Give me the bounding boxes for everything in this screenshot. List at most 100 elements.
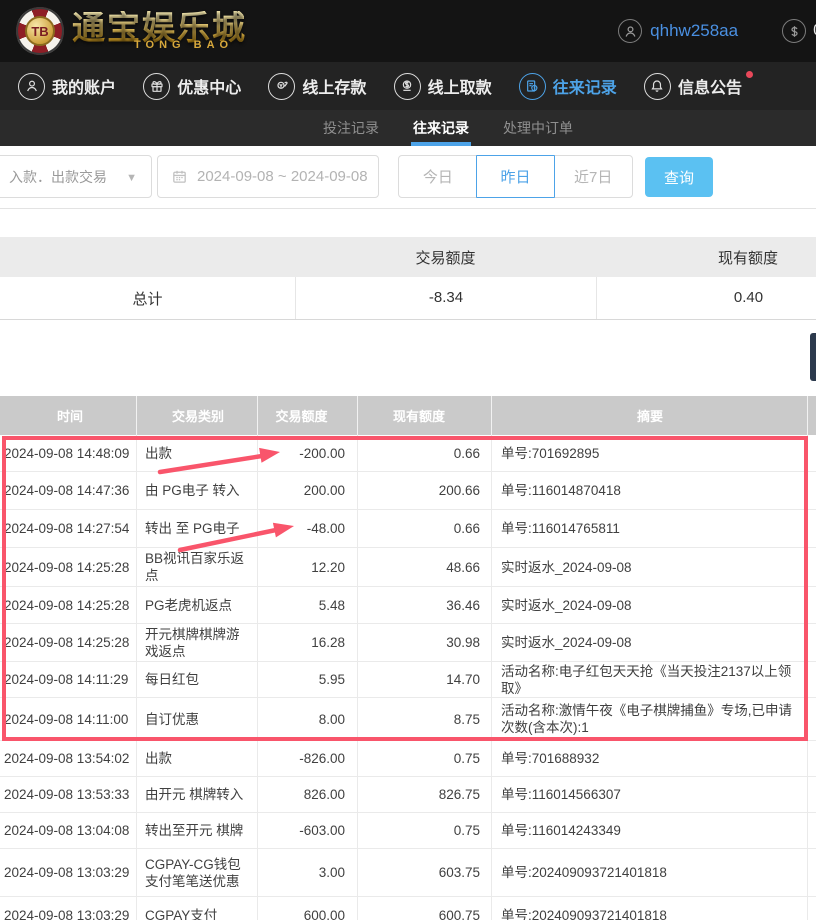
nav-item-promotions[interactable]: 优惠中心 [143, 73, 241, 100]
user-avatar-icon [618, 19, 642, 43]
withdraw-icon [394, 73, 421, 100]
user-icon [18, 73, 45, 100]
table-body: 2024-09-08 14:48:09 出款 -200.00 0.66 单号:7… [0, 435, 816, 920]
cell-amount: 5.95 [257, 662, 357, 697]
site-logo[interactable]: TB 通宝娱乐城 TONG BAO [16, 7, 247, 55]
quick-btn-last7days[interactable]: 近7日 [554, 156, 632, 197]
cell-amount: 3.00 [257, 849, 357, 896]
cell-balance: 8.75 [357, 698, 491, 740]
quick-btn-yesterday[interactable]: 昨日 [476, 155, 556, 198]
quick-btn-today[interactable]: 今日 [399, 156, 477, 197]
cell-summary: 实时返水_2024-09-08 [491, 548, 807, 586]
username: qhhw258aa [650, 21, 738, 41]
cell-type: BB视讯百家乐返点 [136, 548, 257, 586]
cell-type: 由 PG电子 转入 [136, 472, 257, 509]
user-area: qhhw258aa 0 [618, 0, 816, 62]
balance[interactable]: 0 [782, 19, 816, 43]
summary-table: 交易额度 现有额度 总计 -8.34 0.40 [0, 237, 816, 320]
nav-item-records[interactable]: 往来记录 [519, 73, 617, 100]
cell-extra [807, 624, 816, 661]
cell-extra [807, 510, 816, 547]
cell-summary: 单号:116014765811 [491, 510, 807, 547]
logo-subtitle: TONG BAO [134, 39, 247, 51]
cell-type: 出款 [136, 435, 257, 471]
summary-total-label: 总计 [0, 288, 295, 309]
nav-item-announcements[interactable]: 信息公告 [644, 73, 742, 100]
cell-type: 开元棋牌棋牌游戏返点 [136, 624, 257, 661]
nav-item-withdraw[interactable]: 线上取款 [394, 73, 492, 100]
user-account[interactable]: qhhw258aa [618, 19, 738, 43]
cell-summary: 单号:116014566307 [491, 777, 807, 812]
tab-betting-records[interactable]: 投注记录 [321, 110, 381, 146]
floating-widget[interactable] [810, 333, 816, 381]
main-nav: 我的账户 优惠中心 线上存款 线上取款 往来记录 信息公告 [0, 62, 816, 110]
nav-item-deposit[interactable]: 线上存款 [268, 73, 366, 100]
nav-label: 线上存款 [302, 74, 366, 98]
table-row: 2024-09-08 14:47:36 由 PG电子 转入 200.00 200… [0, 472, 816, 510]
cell-time: 2024-09-08 14:25:28 [0, 548, 136, 586]
logo-text: 通宝娱乐城 TONG BAO [72, 11, 247, 51]
cell-time: 2024-09-08 14:11:00 [0, 698, 136, 740]
table-row: 2024-09-08 14:27:54 转出 至 PG电子 -48.00 0.6… [0, 510, 816, 548]
nav-label: 我的账户 [52, 74, 116, 98]
cell-extra [807, 741, 816, 776]
cell-amount: 826.00 [257, 777, 357, 812]
chevron-down-icon: ▼ [126, 172, 137, 184]
nav-label: 线上取款 [428, 74, 492, 98]
cell-summary: 实时返水_2024-09-08 [491, 587, 807, 623]
chip-logo-badge: TB [25, 16, 55, 46]
cell-balance: 0.75 [357, 813, 491, 848]
nav-item-my-account[interactable]: 我的账户 [18, 73, 116, 100]
cell-summary: 单号:202409093721401818 [491, 897, 807, 920]
summary-total-row: 总计 -8.34 0.40 [0, 277, 816, 320]
table-row: 2024-09-08 13:53:33 由开元 棋牌转入 826.00 826.… [0, 777, 816, 813]
filter-bar: 入款．出款交易 ▼ 2024-09-08 ~ 2024-09-08 今日 昨日 … [0, 146, 816, 209]
cell-summary: 实时返水_2024-09-08 [491, 624, 807, 661]
cell-type: 由开元 棋牌转入 [136, 777, 257, 812]
cell-extra [807, 813, 816, 848]
cell-extra [807, 587, 816, 623]
summary-header-amount: 交易额度 [295, 247, 596, 268]
dollar-icon [782, 19, 806, 43]
date-range-input[interactable]: 2024-09-08 ~ 2024-09-08 [157, 155, 379, 198]
summary-total-balance: 0.40 [596, 277, 816, 319]
cell-time: 2024-09-08 14:27:54 [0, 510, 136, 547]
summary-header-balance: 现有额度 [596, 247, 816, 268]
summary-header: 交易额度 现有额度 [0, 237, 816, 277]
header-balance: 现有额度 [357, 396, 491, 435]
top-header: TB 通宝娱乐城 TONG BAO qhhw258aa 0 [0, 0, 816, 62]
nav-label: 信息公告 [678, 74, 742, 98]
cell-extra [807, 548, 816, 586]
cell-extra [807, 662, 816, 697]
table-header: 时间 交易类别 交易额度 现有额度 摘要 [0, 396, 816, 435]
cell-balance: 0.66 [357, 435, 491, 471]
transactions-table: 时间 交易类别 交易额度 现有额度 摘要 2024-09-08 14:48:09… [0, 396, 816, 920]
cell-summary: 单号:116014243349 [491, 813, 807, 848]
records-icon [519, 73, 546, 100]
cell-time: 2024-09-08 14:11:29 [0, 662, 136, 697]
table-row: 2024-09-08 14:25:28 开元棋牌棋牌游戏返点 16.28 30.… [0, 624, 816, 662]
cell-balance: 200.66 [357, 472, 491, 509]
table-row: 2024-09-08 13:03:29 CGPAY支付 600.00 600.7… [0, 897, 816, 920]
header-type: 交易类别 [136, 396, 257, 435]
cell-amount: 200.00 [257, 472, 357, 509]
cell-balance: 600.75 [357, 897, 491, 920]
notification-dot [746, 71, 753, 78]
calendar-icon [171, 168, 188, 185]
cell-balance: 48.66 [357, 548, 491, 586]
cell-time: 2024-09-08 14:25:28 [0, 624, 136, 661]
search-button[interactable]: 查询 [645, 157, 713, 197]
table-row: 2024-09-08 13:54:02 出款 -826.00 0.75 单号:7… [0, 741, 816, 777]
cell-amount: -826.00 [257, 741, 357, 776]
tab-processing-orders[interactable]: 处理中订单 [501, 110, 575, 146]
cell-summary: 活动名称:电子红包天天抢《当天投注2137以上领取》 [491, 662, 807, 697]
cell-type: PG老虎机返点 [136, 587, 257, 623]
cell-balance: 36.46 [357, 587, 491, 623]
bell-icon [644, 73, 671, 100]
cell-time: 2024-09-08 14:47:36 [0, 472, 136, 509]
nav-label: 优惠中心 [177, 74, 241, 98]
cell-extra [807, 698, 816, 740]
tab-transaction-records[interactable]: 往来记录 [411, 110, 471, 146]
transaction-type-select[interactable]: 入款．出款交易 ▼ [0, 155, 152, 198]
cell-type: 自订优惠 [136, 698, 257, 740]
